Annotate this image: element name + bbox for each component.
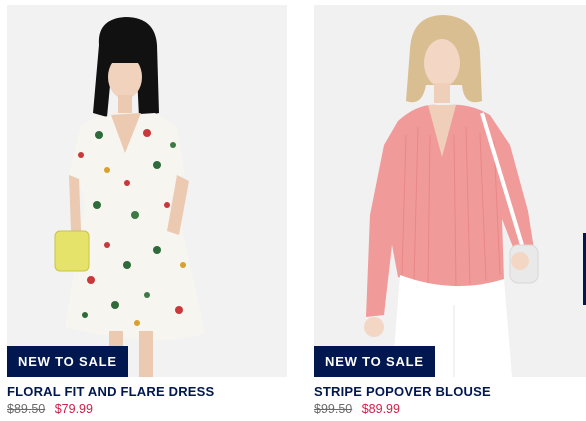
sale-price: $89.99 [361, 402, 400, 416]
product-image-floral-dress[interactable]: NEW TO SALE [7, 5, 287, 377]
sale-price: $79.99 [54, 402, 93, 416]
product-name[interactable]: STRIPE POPOVER BLOUSE [314, 384, 491, 399]
product-card-stripe-blouse[interactable]: NEW TO SALE STRIPE POPOVER BLOUSE $99.50… [314, 0, 586, 421]
product-grid: NEW TO SALE FLORAL FIT AND FLARE DRESS $… [0, 0, 586, 421]
new-to-sale-badge: NEW TO SALE [314, 346, 435, 377]
pink-blouse-photo-icon [314, 5, 586, 377]
product-image-stripe-blouse[interactable]: NEW TO SALE [314, 5, 586, 377]
new-to-sale-badge: NEW TO SALE [7, 346, 128, 377]
product-card-floral-dress[interactable]: NEW TO SALE FLORAL FIT AND FLARE DRESS $… [7, 0, 287, 421]
product-prices: $99.50 $89.99 [314, 402, 400, 416]
product-prices: $89.50 $79.99 [7, 402, 93, 416]
product-name[interactable]: FLORAL FIT AND FLARE DRESS [7, 384, 214, 399]
original-price: $99.50 [314, 402, 353, 416]
original-price: $89.50 [7, 402, 46, 416]
floral-dress-photo-icon [7, 5, 287, 377]
